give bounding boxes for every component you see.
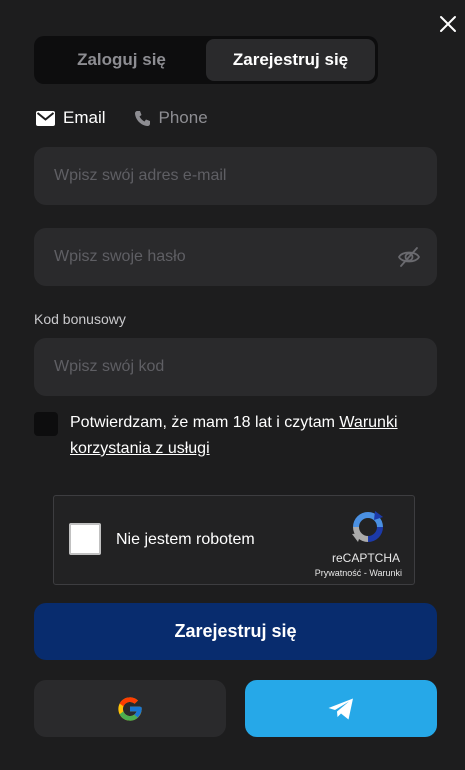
bonus-code-field[interactable] — [54, 358, 417, 376]
recaptcha-logo-icon — [352, 511, 383, 542]
password-field[interactable] — [54, 248, 417, 266]
tab-register[interactable]: Zarejestruj się — [206, 39, 375, 81]
close-icon — [440, 16, 456, 32]
auth-tabs: Zaloguj się Zarejestruj się — [34, 36, 378, 84]
telegram-icon — [328, 698, 353, 719]
terms-row: Potwierdzam, że mam 18 lat i czytam Waru… — [34, 410, 434, 462]
close-button[interactable] — [436, 12, 460, 36]
envelope-icon — [36, 110, 55, 126]
email-field[interactable] — [54, 167, 417, 185]
recaptcha-links: Prywatność - Warunki — [315, 568, 402, 578]
recaptcha-brand: reCAPTCHA — [331, 551, 400, 565]
bonus-field-wrapper — [34, 338, 437, 396]
telegram-login-button[interactable] — [245, 680, 437, 737]
terms-text: Potwierdzam, że mam 18 lat i czytam Waru… — [70, 410, 434, 462]
method-phone-label: Phone — [158, 108, 208, 127]
recaptcha-label: Nie jestem robotem — [116, 531, 255, 548]
method-email[interactable]: Email — [36, 108, 106, 128]
contact-method-switch: Email Phone — [36, 108, 208, 128]
register-submit-button[interactable]: Zarejestruj się — [34, 603, 437, 660]
password-field-wrapper — [34, 228, 437, 286]
recaptcha-checkbox[interactable] — [69, 523, 101, 555]
recaptcha-widget: Nie jestem robotem reCAPTCHA Prywatność … — [53, 495, 415, 585]
phone-icon — [134, 110, 150, 126]
recaptcha-terms-link[interactable]: Warunki — [369, 568, 402, 578]
recaptcha-privacy-link[interactable]: Prywatność — [315, 568, 362, 578]
eye-slash-icon[interactable] — [397, 246, 421, 268]
google-icon — [118, 696, 142, 721]
bonus-code-label: Kod bonusowy — [34, 311, 126, 327]
google-login-button[interactable] — [34, 680, 226, 737]
method-phone[interactable]: Phone — [134, 108, 208, 128]
terms-checkbox[interactable] — [34, 412, 58, 436]
method-email-label: Email — [63, 108, 106, 127]
terms-statement: Potwierdzam, że mam 18 lat i czytam — [70, 414, 340, 431]
tab-login[interactable]: Zaloguj się — [37, 39, 206, 81]
email-field-wrapper — [34, 147, 437, 205]
